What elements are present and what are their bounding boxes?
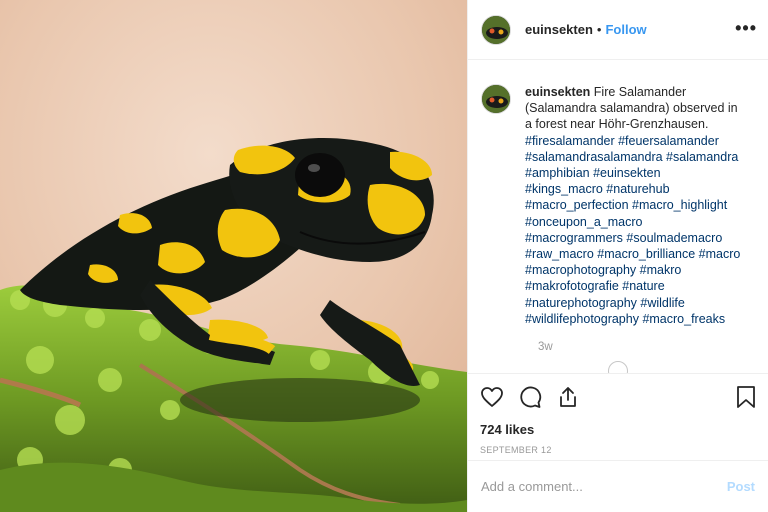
post-actions: 724 likes SEPTEMBER 12 <box>468 373 768 455</box>
avatar[interactable] <box>481 14 511 45</box>
bookmark-icon[interactable] <box>735 385 757 409</box>
caption-hashtags[interactable]: #firesalamander #feuersalamander #salama… <box>525 134 740 326</box>
share-icon[interactable] <box>556 385 580 409</box>
salamander-photo <box>0 0 467 512</box>
post-comment-button[interactable]: Post <box>727 479 755 494</box>
post-image[interactable] <box>0 0 467 512</box>
more-options-icon[interactable]: ••• <box>735 19 757 37</box>
comment-box: Post <box>468 460 768 512</box>
header-username[interactable]: euinsekten <box>525 22 593 37</box>
caption-username[interactable]: euinsekten <box>525 85 590 99</box>
comment-input[interactable] <box>481 479 727 494</box>
caption-text: euinsekten Fire Salamander (Salamandra s… <box>525 84 741 327</box>
comment-icon[interactable] <box>518 385 542 409</box>
load-more-comments-icon[interactable] <box>608 361 628 373</box>
likes-count[interactable]: 724 likes <box>480 422 757 437</box>
comments-section[interactable]: euinsekten Fire Salamander (Salamandra s… <box>468 60 768 373</box>
header-separator: • <box>596 22 602 37</box>
post-date[interactable]: SEPTEMBER 12 <box>480 445 757 455</box>
caption-age: 3w <box>538 341 553 354</box>
post-sidebar: euinsekten • Follow ••• euinsekten Fire … <box>467 0 768 512</box>
caption-avatar[interactable] <box>481 84 511 114</box>
caption-row: euinsekten Fire Salamander (Salamandra s… <box>481 84 755 327</box>
post-header: euinsekten • Follow ••• <box>468 0 768 60</box>
follow-button[interactable]: Follow <box>605 22 646 37</box>
action-icons <box>480 382 757 412</box>
heart-icon[interactable] <box>480 385 504 409</box>
